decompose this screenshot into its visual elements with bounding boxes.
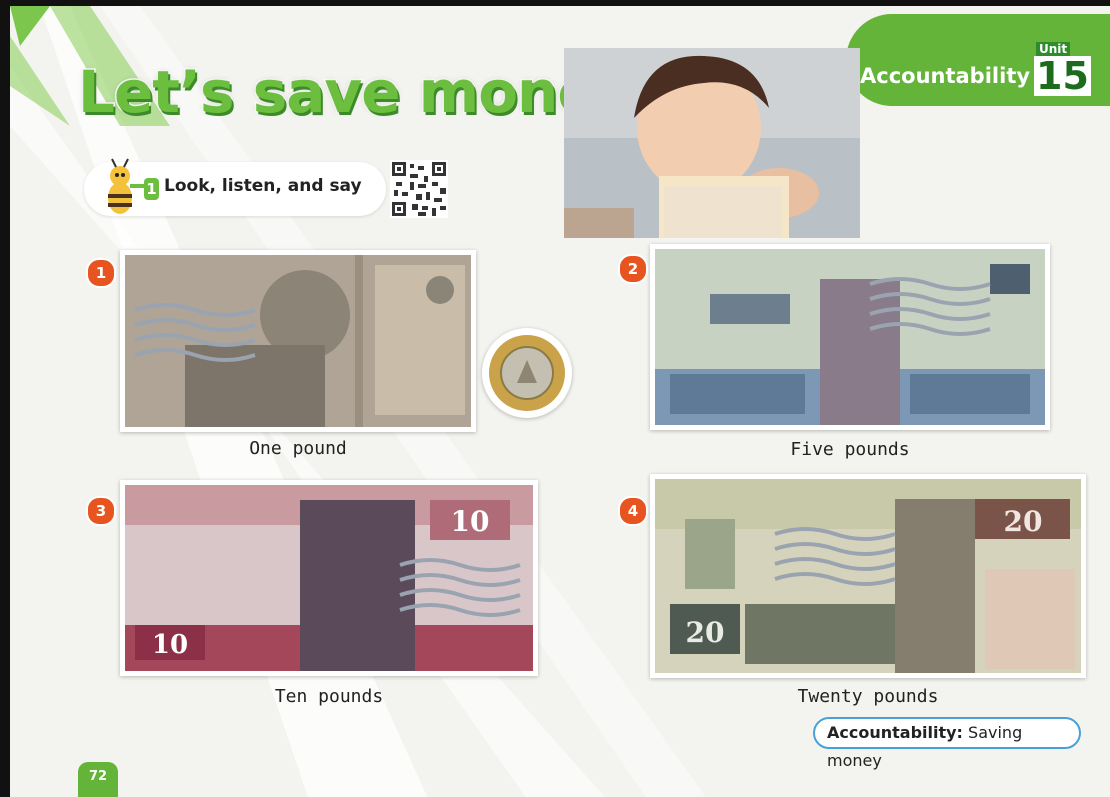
note-number-badge: 3 bbox=[86, 496, 116, 526]
child-photo-illustration bbox=[564, 48, 860, 238]
page-title: Let’s save money bbox=[76, 57, 634, 128]
unit-number: 15 bbox=[1034, 54, 1091, 98]
value-box: Accountability: Saving money bbox=[813, 717, 1081, 770]
unit-value-name: Accountability bbox=[860, 64, 1031, 88]
ten-numeral-top: 10 bbox=[451, 505, 490, 538]
activity-text: Look, listen, and say bbox=[164, 176, 362, 196]
twenty-numeral-top: 20 bbox=[1004, 505, 1043, 538]
twenty-numeral-bottom: 20 bbox=[686, 616, 725, 649]
twenty-pounds-banknote-icon: 20 20 bbox=[655, 479, 1081, 673]
note-caption: Five pounds bbox=[790, 439, 910, 460]
five-pounds-banknote-image bbox=[650, 244, 1050, 430]
textbook-page: Let’s save money Accountability Unit 15 bbox=[0, 0, 1110, 797]
child-saving-photo bbox=[564, 48, 860, 238]
note-number-badge: 4 bbox=[618, 496, 648, 526]
note-caption: Twenty pounds bbox=[797, 686, 939, 707]
one-pound-banknote-icon bbox=[125, 255, 471, 427]
twenty-pounds-banknote-image: 20 20 bbox=[650, 474, 1086, 678]
coin-icon bbox=[489, 335, 565, 411]
five-pounds-banknote-icon bbox=[655, 249, 1045, 425]
note-caption: One pound bbox=[249, 438, 347, 459]
note-number-badge: 2 bbox=[618, 254, 648, 284]
activity-number: 1 bbox=[144, 178, 159, 200]
note-number-badge: 1 bbox=[86, 258, 116, 288]
value-label: Accountability: bbox=[827, 723, 963, 742]
ten-pounds-banknote-image: 10 10 bbox=[120, 480, 538, 676]
ten-numeral-bottom: 10 bbox=[152, 630, 188, 660]
bee-mascot-icon bbox=[108, 158, 148, 214]
activity-instruction: 1 Look, listen, and say bbox=[84, 158, 386, 216]
one-pound-banknote-image bbox=[120, 250, 476, 432]
one-pound-coin-image bbox=[482, 328, 572, 418]
unit-tab: Accountability Unit 15 bbox=[846, 14, 1110, 106]
page-number: 72 bbox=[78, 762, 118, 797]
qr-code-icon[interactable] bbox=[390, 160, 448, 218]
note-caption: Ten pounds bbox=[274, 686, 384, 707]
ten-pounds-banknote-icon: 10 10 bbox=[125, 485, 533, 671]
